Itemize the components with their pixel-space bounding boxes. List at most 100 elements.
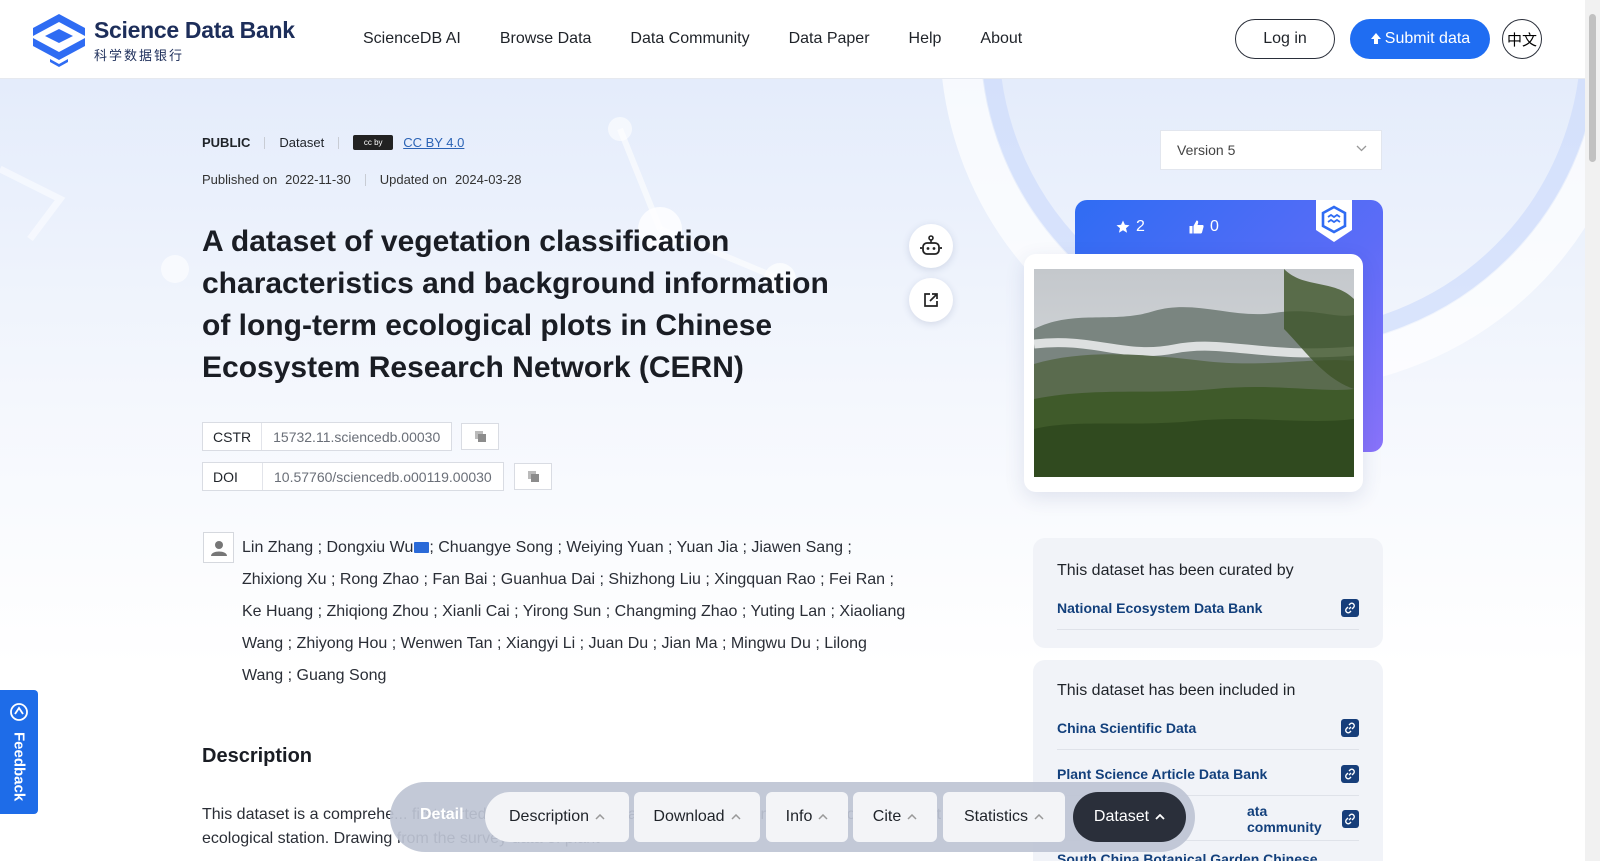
included-item[interactable]: China Scientific Data: [1057, 706, 1359, 750]
star-count[interactable]: 2: [1116, 218, 1145, 236]
version-value: Version 5: [1177, 142, 1236, 158]
curated-item[interactable]: National Ecosystem Data Bank: [1057, 586, 1359, 630]
share-button[interactable]: [909, 278, 953, 322]
doi-value[interactable]: 10.57760/sciencedb.o00119.00030: [263, 469, 503, 485]
curated-by-panel: This dataset has been curated by Nationa…: [1033, 538, 1383, 648]
cover-image[interactable]: [1034, 269, 1354, 477]
share-icon: [924, 293, 938, 307]
section-tab-label: Statistics: [963, 808, 1028, 825]
curated-title: This dataset has been curated by: [1057, 562, 1294, 579]
ai-assistant-button[interactable]: [909, 224, 953, 268]
link-icon: [1341, 764, 1359, 783]
chevron-up-icon: [1155, 814, 1165, 820]
cc-license-icon: cc by: [353, 135, 394, 150]
nav-data-community[interactable]: Data Community: [630, 30, 749, 48]
section-tab-label: Dataset: [1093, 808, 1150, 825]
copy-doi-button[interactable]: [514, 463, 552, 490]
feedback-label: Feedback: [10, 732, 28, 802]
link-icon: [1341, 718, 1359, 737]
chevron-up-icon: [731, 814, 741, 820]
published-date: 2022-11-30: [285, 172, 351, 187]
nav-help[interactable]: Help: [909, 30, 942, 48]
like-count-value: 0: [1210, 218, 1219, 235]
logo-name-cn: 科学数据银行: [94, 47, 185, 63]
robot-icon: [920, 235, 942, 255]
license-link[interactable]: CC BY 4.0: [403, 135, 464, 150]
divider: [338, 136, 340, 149]
cstr-label: CSTR: [203, 423, 263, 450]
author-names-lead[interactable]: Lin Zhang ; Dongxiu Wu: [242, 539, 413, 556]
submit-data-label: Submit data: [1384, 30, 1471, 47]
doi-label: DOI: [203, 463, 263, 490]
section-nav-detail: Detail: [420, 806, 464, 823]
language-toggle[interactable]: 中文: [1502, 19, 1542, 59]
section-tab-label: Description: [508, 808, 590, 825]
nav-data-paper[interactable]: Data Paper: [789, 30, 870, 48]
chevron-up-icon: [595, 814, 605, 820]
copy-icon: [527, 471, 539, 482]
included-item-label: ata community: [1247, 802, 1322, 835]
dataset-dates: Published on 2022-11-30 Updated on 2024-…: [202, 172, 521, 187]
dataset-title: A dataset of vegetation classification c…: [202, 225, 829, 384]
curated-item-label: National Ecosystem Data Bank: [1057, 599, 1263, 616]
updated-label: Updated on: [379, 172, 447, 187]
section-tab-label: Info: [785, 808, 813, 825]
author-list: Lin Zhang ; Dongxiu Wu; Chuangye Song ; …: [242, 532, 912, 692]
author-avatar: [203, 532, 234, 563]
logo-name-en: Science Data Bank: [94, 16, 295, 43]
divider: [364, 173, 366, 186]
updated-date: 2024-03-28: [454, 172, 522, 187]
section-tab-description[interactable]: Description: [485, 792, 629, 842]
link-icon: [1341, 598, 1359, 617]
logo-mark-icon: [33, 14, 85, 67]
chevron-up-icon: [1034, 814, 1044, 820]
copy-icon: [474, 431, 486, 442]
login-button[interactable]: Log in: [1235, 19, 1335, 59]
nav-browse-data[interactable]: Browse Data: [500, 30, 592, 48]
link-icon: [1341, 809, 1359, 828]
chevron-up-icon: [907, 814, 917, 820]
section-tab-info[interactable]: Info: [766, 792, 848, 842]
section-tab-statistics[interactable]: Statistics: [943, 792, 1065, 842]
included-item-label: China Scientific Data: [1057, 719, 1197, 736]
published-label: Published on: [202, 172, 278, 187]
star-icon: [1116, 220, 1130, 233]
dataset-meta: PUBLIC Dataset cc by CC BY 4.0: [202, 135, 464, 150]
site-logo[interactable]: Science Data Bank 科学数据银行: [30, 12, 295, 68]
included-item-label: Plant Science Article Data Bank: [1057, 765, 1268, 782]
version-select[interactable]: Version 5: [1160, 130, 1382, 170]
section-tab-label: Cite: [872, 808, 902, 825]
feedback-button[interactable]: Feedback: [0, 690, 38, 814]
section-tab-label: Download: [653, 808, 725, 825]
doi-field: DOI 10.57760/sciencedb.o00119.00030: [202, 462, 504, 491]
resource-type: Dataset: [279, 135, 325, 150]
submit-data-button[interactable]: Submit data: [1350, 19, 1490, 59]
upload-icon: [1370, 33, 1381, 44]
included-item-label: South China Botanical Garden Chinese: [1057, 851, 1318, 861]
scrollbar-thumb[interactable]: [1589, 14, 1596, 162]
top-header: Science Data Bank 科学数据银行 ScienceDB AI Br…: [0, 0, 1600, 79]
section-tab-download[interactable]: Download: [634, 792, 760, 842]
user-icon: [210, 540, 227, 556]
email-icon[interactable]: [414, 542, 430, 554]
access-status: PUBLIC: [202, 135, 251, 150]
included-title: This dataset has been included in: [1057, 682, 1296, 699]
main-nav: ScienceDB AI Browse Data Data Community …: [363, 30, 1061, 48]
page-scrollbar[interactable]: [1585, 0, 1600, 861]
copy-cstr-button[interactable]: [461, 423, 499, 450]
author-names-rest[interactable]: ; Chuangye Song ; Weiying Yuan ; Yuan Ji…: [242, 539, 905, 684]
chevron-up-icon: [818, 814, 828, 820]
section-tab-cite[interactable]: Cite: [853, 792, 937, 842]
cstr-value[interactable]: 15732.11.sciencedb.00030: [262, 429, 451, 445]
divider: [264, 136, 266, 149]
description-heading: Description: [202, 745, 313, 767]
thumbs-up-icon: [1189, 220, 1204, 234]
nav-sciencedb-ai[interactable]: ScienceDB AI: [363, 30, 461, 48]
like-count[interactable]: 0: [1189, 218, 1219, 236]
star-count-value: 2: [1136, 218, 1145, 235]
section-tab-dataset[interactable]: Dataset: [1073, 792, 1186, 842]
chevron-down-icon: [1356, 145, 1367, 152]
certified-badge-icon: [1316, 200, 1352, 242]
nav-about[interactable]: About: [980, 30, 1022, 48]
feedback-icon: [10, 703, 28, 721]
